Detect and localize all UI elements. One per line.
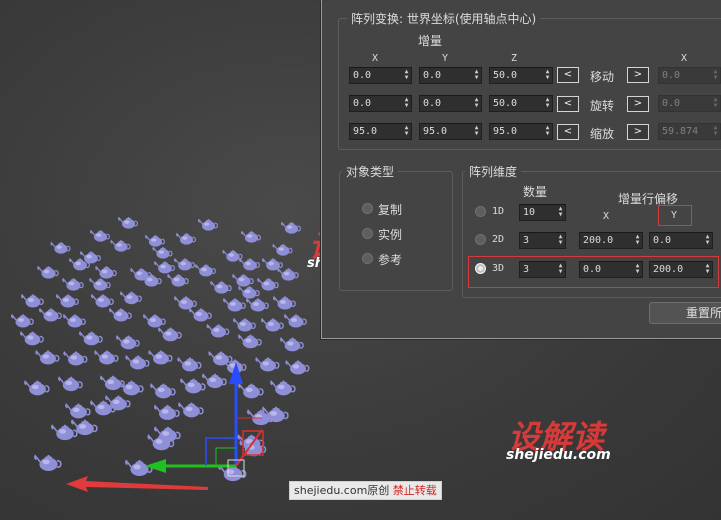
rotate-total-x-spinner: 0.0 ▲ ▼ bbox=[658, 95, 721, 112]
gizmo-x-arrowhead bbox=[145, 459, 166, 473]
footer-watermark: shejiedu.com原创 禁止转载 bbox=[289, 481, 442, 500]
scale-label: 缩放 bbox=[590, 127, 615, 141]
offset-3d-x-spinner[interactable]: 0.0 ▲ ▼ bbox=[579, 261, 643, 278]
rotate-z-spinner[interactable]: 50.0 ▲ ▼ bbox=[489, 95, 553, 112]
radio-reference[interactable] bbox=[362, 253, 373, 264]
offset-3d-y-spinner[interactable]: 200.0 ▲ ▼ bbox=[649, 261, 713, 278]
col-y-label: Y bbox=[442, 53, 449, 64]
array-dimensions-title: 阵列维度 bbox=[465, 163, 522, 180]
radio-2d[interactable] bbox=[475, 234, 486, 245]
rotate-label: 旋转 bbox=[590, 99, 615, 113]
radio-instance[interactable] bbox=[362, 228, 373, 239]
scale-y-spinner[interactable]: 95.0 ▲ ▼ bbox=[419, 123, 482, 140]
scale-z-spinner[interactable]: 95.0 ▲ ▼ bbox=[489, 123, 553, 140]
dim-col-x-label: X bbox=[603, 211, 610, 222]
rotate-x-spinner[interactable]: 0.0 ▲ ▼ bbox=[349, 95, 412, 112]
count-3d-spinner[interactable]: 3 ▲ ▼ bbox=[519, 261, 566, 278]
object-type-title: 对象类型 bbox=[342, 163, 399, 180]
option-reference-label: 参考 bbox=[378, 253, 403, 267]
move-label: 移动 bbox=[590, 70, 615, 84]
offset-2d-y-spinner[interactable]: 0.0 ▲ ▼ bbox=[649, 232, 713, 249]
scale-x-spinner[interactable]: 95.0 ▲ ▼ bbox=[349, 123, 412, 140]
move-left-arrow-button[interactable]: < bbox=[557, 67, 579, 83]
move-total-x-spinner: 0.0 ▲ ▼ bbox=[658, 67, 721, 84]
rotate-y-spinner[interactable]: 0.0 ▲ ▼ bbox=[419, 95, 482, 112]
radio-copy[interactable] bbox=[362, 203, 373, 214]
dim-3d-label: 3D bbox=[492, 263, 505, 274]
incremental-label: 增量 bbox=[418, 34, 443, 48]
gizmo-y-axis bbox=[235, 429, 263, 467]
col-z-label: Z bbox=[511, 53, 518, 64]
col-x-label: X bbox=[372, 53, 379, 64]
scale-left-arrow-button[interactable]: < bbox=[557, 124, 579, 140]
array-dialog: 阵列变换: 世界坐标(使用轴点中心) 增量 X Y Z X 0.0 ▲ ▼ 0.0 ▲… bbox=[321, 0, 721, 339]
move-right-arrow-button[interactable]: > bbox=[627, 67, 649, 83]
col-total-x-label: X bbox=[681, 53, 688, 64]
option-instance-label: 实例 bbox=[378, 228, 403, 242]
radio-1d[interactable] bbox=[475, 206, 486, 217]
move-x-spinner[interactable]: 0.0 ▲ ▼ bbox=[349, 67, 412, 84]
radio-3d[interactable] bbox=[475, 263, 486, 274]
count-1d-spinner[interactable]: 10 ▲ ▼ bbox=[519, 204, 566, 221]
dim-1d-label: 1D bbox=[492, 206, 505, 217]
rotate-left-arrow-button[interactable]: < bbox=[557, 96, 579, 112]
array-transform-title: 阵列变换: 世界坐标(使用轴点中心) bbox=[347, 10, 541, 27]
scale-right-arrow-button[interactable]: > bbox=[627, 124, 649, 140]
move-y-spinner[interactable]: 0.0 ▲ ▼ bbox=[419, 67, 482, 84]
offset-2d-x-spinner[interactable]: 200.0 ▲ ▼ bbox=[579, 232, 643, 249]
scale-total-x-spinner: 59.874 ▲ ▼ bbox=[658, 123, 721, 140]
option-copy-label: 复制 bbox=[378, 203, 403, 217]
dim-2d-label: 2D bbox=[492, 234, 505, 245]
gizmo-z-arrowhead bbox=[229, 362, 243, 384]
rotate-right-arrow-button[interactable]: > bbox=[627, 96, 649, 112]
count-2d-spinner[interactable]: 3 ▲ ▼ bbox=[519, 232, 566, 249]
watermark-url-2: shejiedu.com bbox=[506, 447, 611, 463]
count-label: 数量 bbox=[523, 185, 548, 199]
reset-all-button[interactable]: 重置所 bbox=[649, 302, 721, 324]
move-z-spinner[interactable]: 50.0 ▲ ▼ bbox=[489, 67, 553, 84]
annotation-arrow bbox=[66, 476, 208, 492]
dim-col-y-label: Y bbox=[671, 210, 678, 221]
